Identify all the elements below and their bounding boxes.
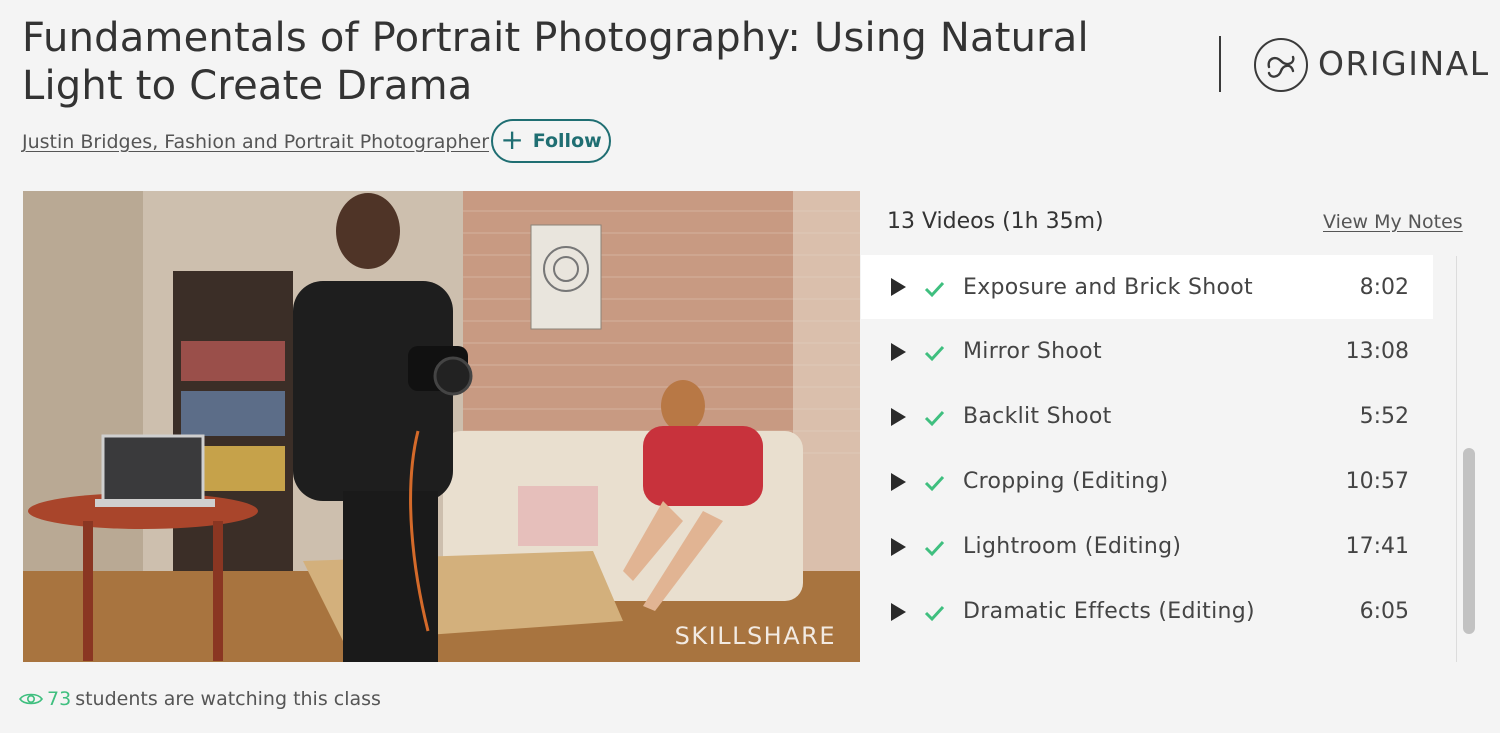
class-page: Fundamentals of Portrait Photography: Us… xyxy=(0,0,1500,733)
play-icon xyxy=(891,602,906,621)
lesson-row[interactable]: Dramatic Effects (Editing) 6:05 xyxy=(861,579,1433,644)
plus-icon: + xyxy=(500,122,524,156)
check-icon xyxy=(924,540,945,557)
play-icon xyxy=(891,407,906,426)
watching-status: 73 students are watching this class xyxy=(19,688,381,710)
lesson-duration: 17:41 xyxy=(1345,534,1409,559)
lesson-row[interactable]: Cropping (Editing) 10:57 xyxy=(861,449,1433,514)
original-badge-text: ORIGINAL xyxy=(1318,44,1490,83)
lesson-duration: 10:57 xyxy=(1345,469,1409,494)
lesson-row[interactable]: Exposure and Brick Shoot 8:02 xyxy=(861,255,1433,319)
skillshare-original-icon xyxy=(1254,38,1308,92)
lesson-title: Backlit Shoot xyxy=(963,404,1112,429)
playlist-summary: 13 Videos (1h 35m) xyxy=(887,209,1104,234)
check-icon xyxy=(924,475,945,492)
scrollbar-thumb[interactable] xyxy=(1463,448,1475,634)
check-icon xyxy=(924,605,945,622)
video-watermark: SKILLSHARE xyxy=(674,622,836,650)
lesson-row[interactable]: Lightroom (Editing) 17:41 xyxy=(861,514,1433,579)
check-icon xyxy=(924,410,945,427)
scrollbar-track[interactable] xyxy=(1456,256,1457,662)
watching-count: 73 xyxy=(47,688,72,710)
follow-button[interactable]: + Follow xyxy=(491,119,611,163)
eye-icon xyxy=(19,693,43,705)
lesson-title: Cropping (Editing) xyxy=(963,469,1169,494)
lesson-title: Mirror Shoot xyxy=(963,339,1102,364)
lesson-duration: 5:52 xyxy=(1359,404,1409,429)
lesson-row[interactable]: Backlit Shoot 5:52 xyxy=(861,384,1433,449)
check-icon xyxy=(924,345,945,362)
lesson-duration: 8:02 xyxy=(1359,274,1409,300)
video-frame-image xyxy=(23,191,860,662)
follow-label: Follow xyxy=(532,130,602,152)
lesson-title: Dramatic Effects (Editing) xyxy=(963,599,1255,624)
check-icon xyxy=(924,281,945,298)
lesson-duration: 13:08 xyxy=(1345,339,1409,364)
lesson-duration: 6:05 xyxy=(1359,599,1409,624)
play-icon xyxy=(891,472,906,491)
play-icon xyxy=(891,278,906,296)
video-player[interactable]: SKILLSHARE xyxy=(23,191,860,662)
lesson-title: Lightroom (Editing) xyxy=(963,534,1182,559)
view-notes-link[interactable]: View My Notes xyxy=(1323,211,1463,233)
lesson-list: Exposure and Brick Shoot 8:02 Mirror Sho… xyxy=(861,255,1433,644)
lesson-row[interactable]: Mirror Shoot 13:08 xyxy=(861,319,1433,384)
play-icon xyxy=(891,342,906,361)
header-divider xyxy=(1219,36,1221,92)
lesson-title: Exposure and Brick Shoot xyxy=(963,274,1253,300)
class-title: Fundamentals of Portrait Photography: Us… xyxy=(22,15,1089,109)
watching-text: students are watching this class xyxy=(75,688,381,710)
play-icon xyxy=(891,537,906,556)
author-link[interactable]: Justin Bridges, Fashion and Portrait Pho… xyxy=(22,131,489,153)
